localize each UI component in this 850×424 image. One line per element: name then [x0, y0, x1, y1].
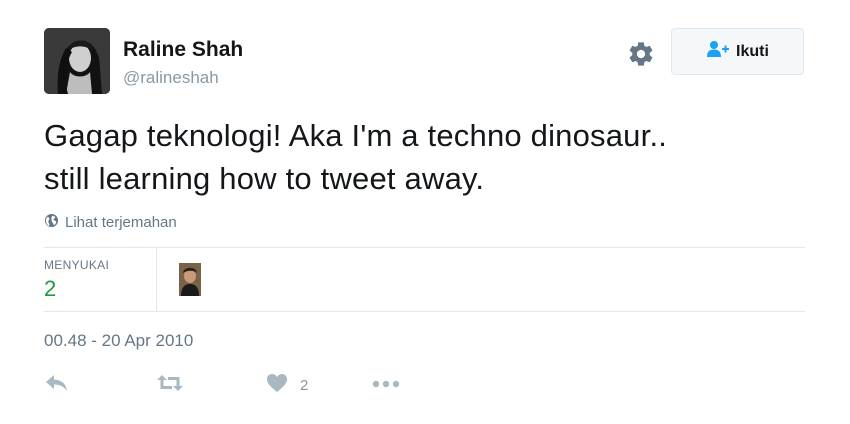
tweet-text-line: still learning how to tweet away. — [44, 161, 485, 196]
retweet-button[interactable] — [156, 372, 184, 398]
more-icon — [372, 376, 400, 394]
reply-icon — [45, 373, 69, 398]
more-button[interactable] — [372, 372, 400, 398]
gear-icon[interactable] — [627, 40, 655, 68]
follow-button-label: Ikuti — [736, 42, 769, 60]
divider — [44, 311, 805, 312]
divider — [156, 248, 157, 311]
tweet-text: Gagap teknologi! Aka I'm a techno dinosa… — [44, 114, 804, 200]
author-avatar[interactable] — [44, 28, 110, 94]
tweet-timestamp[interactable]: 00.48 - 20 Apr 2010 — [44, 331, 193, 351]
reply-button[interactable] — [45, 372, 69, 398]
likes-label[interactable]: MENYUKAI — [44, 258, 109, 272]
translate-label: Lihat terjemahan — [65, 214, 177, 231]
follow-button[interactable]: Ikuti — [671, 28, 804, 75]
like-button[interactable]: 2 — [266, 372, 308, 398]
liker-avatar[interactable] — [179, 263, 201, 296]
like-count: 2 — [300, 376, 309, 394]
tweet-text-line: Gagap teknologi! Aka I'm a techno dinosa… — [44, 118, 668, 153]
retweet-icon — [156, 373, 184, 398]
divider — [44, 247, 805, 248]
heart-icon — [266, 373, 288, 398]
translate-link[interactable]: Lihat terjemahan — [44, 213, 177, 232]
author-screen-name[interactable]: @ralineshah — [123, 68, 219, 88]
likes-count[interactable]: 2 — [44, 276, 56, 302]
globe-icon — [44, 213, 59, 232]
follow-user-icon — [706, 40, 730, 63]
tweet-card: Raline Shah @ralineshah Ikuti Gagap tekn… — [0, 0, 850, 424]
author-display-name[interactable]: Raline Shah — [123, 38, 243, 62]
